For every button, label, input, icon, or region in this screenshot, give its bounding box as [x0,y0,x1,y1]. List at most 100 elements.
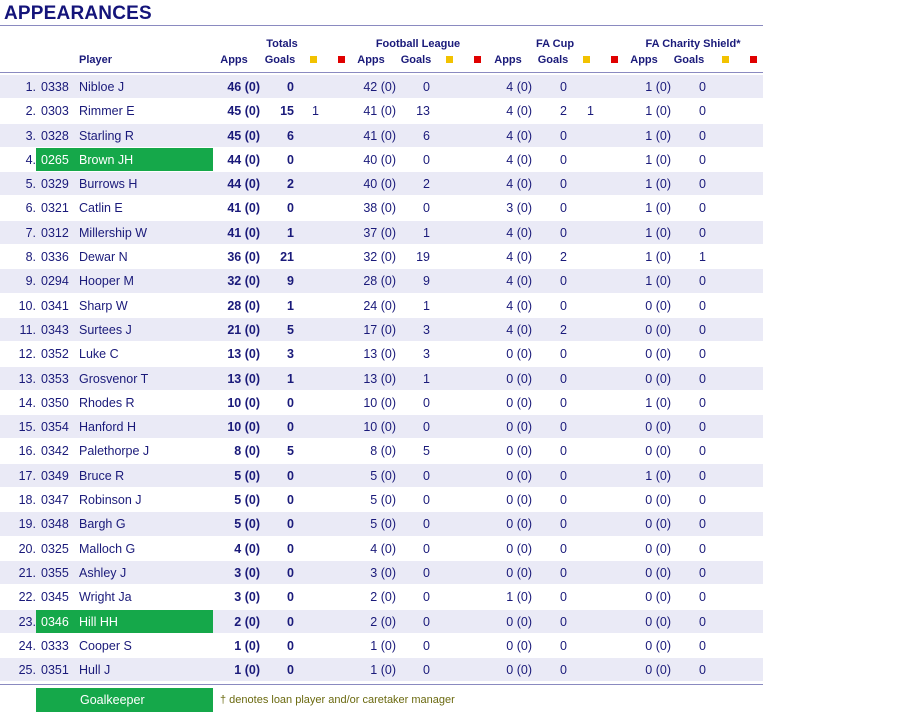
row-number: 17. [18,468,36,483]
totals-apps: 5 (0) [234,493,260,508]
shield-goals: 0 [699,177,706,192]
totals-apps: 28 (0) [227,298,260,313]
league-goals: 0 [423,493,430,508]
totals-apps: 10 (0) [227,395,260,410]
page-title: APPEARANCES [4,3,152,24]
shield-apps: 1 (0) [645,128,671,143]
shield-goals: 0 [699,347,706,362]
player-name: Rimmer E [79,104,135,119]
row-number: 25. [18,663,36,678]
totals-apps: 21 (0) [227,322,260,337]
league-goals: 5 [423,444,430,459]
player-code: 0303 [41,104,69,119]
row-number: 2. [25,104,36,119]
league-apps: 13 (0) [363,371,396,386]
yellow-card-icon [722,56,729,63]
totals-apps: 5 (0) [234,468,260,483]
totals-apps: 32 (0) [227,274,260,289]
shield-goals: 0 [699,395,706,410]
shield-goals: 0 [699,614,706,629]
league-apps: 17 (0) [363,322,396,337]
totals-goals: 2 [287,177,294,192]
yellow-card-icon [310,56,317,63]
cup-goals: 0 [560,298,567,313]
totals-apps: 4 (0) [234,541,260,556]
shield-goals: 0 [699,493,706,508]
header-totals: Totals [266,38,298,50]
table-row: 5. 0329 Burrows H 44 (0) 2 40 (0) 2 4 (0) 0 1 (0)… [0,172,763,197]
row-number: 23. [18,614,36,629]
league-apps: 40 (0) [363,152,396,167]
header-totals-apps: Apps [220,54,248,66]
shield-apps: 1 (0) [645,225,671,240]
totals-goals: 5 [287,322,294,337]
cup-apps: 3 (0) [506,201,532,216]
header-fl-apps: Apps [357,54,385,66]
totals-goals: 0 [287,541,294,556]
shield-goals: 0 [699,201,706,216]
cup-goals: 2 [560,104,567,119]
league-apps: 2 (0) [370,590,396,605]
cup-goals: 0 [560,347,567,362]
player-code: 0354 [41,420,69,435]
totals-goals: 1 [287,371,294,386]
cup-goals: 0 [560,371,567,386]
league-apps: 41 (0) [363,104,396,119]
cup-apps: 4 (0) [506,225,532,240]
shield-apps: 1 (0) [645,80,671,94]
totals-goals: 0 [287,152,294,167]
table-row: 16. 0342 Palethorpe J 8 (0) 5 8 (0) 5 0 (0) 0 0 (… [0,439,763,465]
cup-apps: 0 (0) [506,565,532,580]
totals-goals: 6 [287,128,294,143]
shield-apps: 0 (0) [645,347,671,362]
player-name: Catlin E [79,201,123,216]
table-row: 23. 0346 Hill HH 2 (0) 0 2 (0) 0 0 (0) 0 0 (0) 0 [0,609,763,635]
player-name: Ashley J [79,565,127,580]
totals-apps: 2 (0) [234,614,260,629]
red-card-icon [474,56,481,63]
totals-apps: 13 (0) [227,371,260,386]
player-code: 0355 [41,565,69,580]
player-name: Bruce R [79,468,125,483]
totals-goals: 0 [287,420,294,435]
league-apps: 10 (0) [363,420,396,435]
shield-apps: 0 (0) [645,565,671,580]
shield-goals: 0 [699,274,706,289]
cup-goals: 0 [560,225,567,240]
table-row: 3. 0328 Starling R 45 (0) 6 41 (0) 6 4 (0) 0 1 (0… [0,123,763,149]
shield-apps: 0 (0) [645,590,671,605]
player-code: 0328 [41,128,69,143]
row-number: 20. [18,541,36,556]
shield-goals: 0 [699,638,706,653]
header-fc-goals: Goals [537,54,569,66]
totals-goals: 9 [287,274,294,289]
table-row: 2. 0303 Rimmer E 45 (0) 15 1 41 (0) 13 4 (0) 2 1 1 … [0,99,763,124]
cup-apps: 4 (0) [506,80,532,94]
totals-goals: 0 [287,517,294,532]
shield-goals: 0 [699,152,706,167]
cup-goals: 0 [560,663,567,678]
player-name: Hill HH [79,614,118,629]
shield-apps: 0 (0) [645,517,671,532]
player-code: 0347 [41,493,69,508]
shield-apps: 0 (0) [645,493,671,508]
league-apps: 13 (0) [363,347,396,362]
player-code: 0353 [41,371,69,386]
league-goals: 0 [423,541,430,556]
totals-apps: 46 (0) [227,80,260,94]
shield-goals: 0 [699,590,706,605]
footer-divider [0,684,763,685]
totals-apps: 8 (0) [234,444,260,459]
cup-apps: 4 (0) [506,177,532,192]
cup-apps: 4 (0) [506,274,532,289]
totals-goals: 0 [287,395,294,410]
player-name: Brown JH [79,152,134,167]
cup-goals: 0 [560,128,567,143]
league-apps: 8 (0) [370,444,396,459]
league-goals: 0 [423,638,430,653]
cup-apps: 0 (0) [506,420,532,435]
player-code: 0321 [41,201,69,216]
player-code: 0336 [41,250,69,265]
totals-apps: 13 (0) [227,347,260,362]
cup-goals: 0 [560,274,567,289]
